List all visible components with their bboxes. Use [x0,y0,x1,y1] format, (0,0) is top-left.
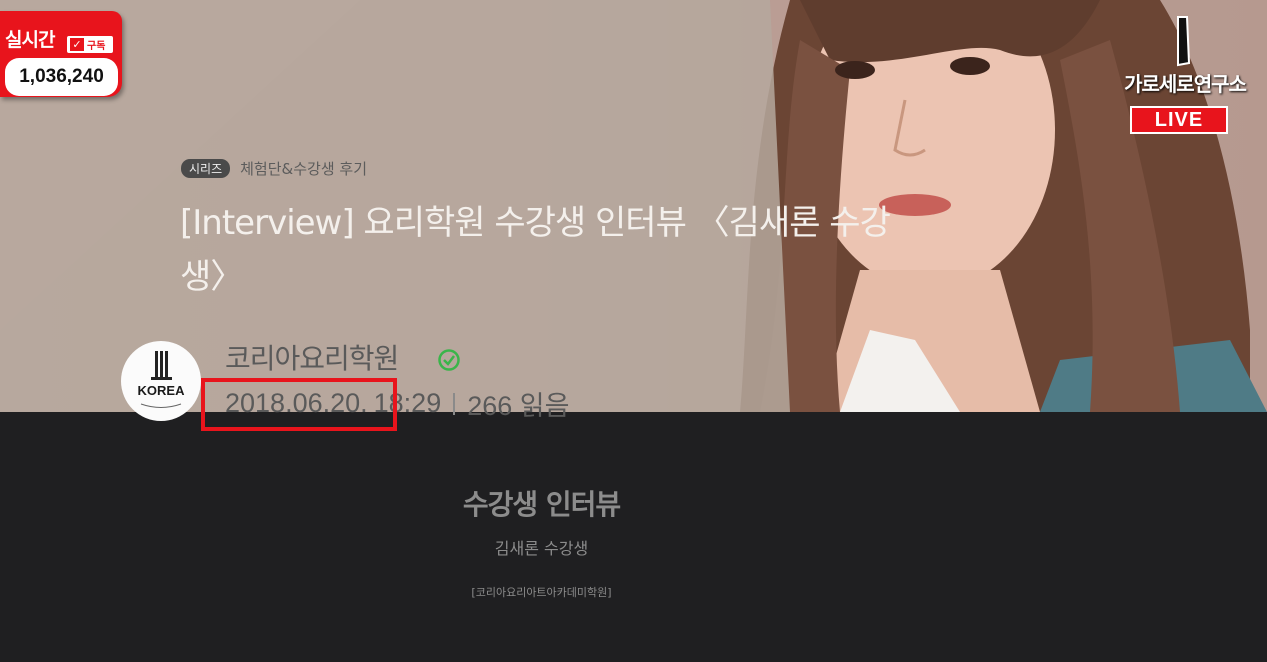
series-badge[interactable]: 시리즈 [181,159,231,178]
series-row: 시리즈 체험단&수강생 후기 [181,158,367,179]
live-viewer-counter: 실시간 ✓ 구독 1,036,240 [0,11,122,97]
avatar-text: KOREA [137,383,185,398]
check-icon: ✓ [70,38,84,51]
channel-mark-icon [1177,16,1191,67]
channel-name: 가로세로연구소 [1124,72,1247,96]
body-heading: 수강생 인터뷰 [462,488,621,521]
subscribe-badge[interactable]: ✓ 구독 [67,36,113,53]
viewer-count: 1,036,240 [5,58,118,96]
live-badge: LIVE [1130,106,1228,134]
series-name[interactable]: 체험단&수강생 후기 [240,158,367,179]
subscribe-label: 구독 [87,41,106,52]
verified-check-icon [438,349,460,371]
date-highlight-box [201,378,397,431]
academy-logo-icon [140,351,182,408]
author-name[interactable]: 코리아요리학원 [225,337,399,377]
body-subheading: 김새론 수강생 [494,539,589,558]
article-title: [Interview] 요리학원 수강생 인터뷰 〈김새론 수강생〉 [180,203,891,297]
meta-divider [453,392,456,415]
body-source: [코리아요리아트아카데미학원] [471,586,612,599]
read-count: 266 읽음 [467,391,570,421]
channel-logo: 가로세로연구소 LIVE [1110,12,1250,137]
counter-title: 실시간 [5,29,55,51]
author-avatar[interactable]: KOREA [121,341,201,421]
